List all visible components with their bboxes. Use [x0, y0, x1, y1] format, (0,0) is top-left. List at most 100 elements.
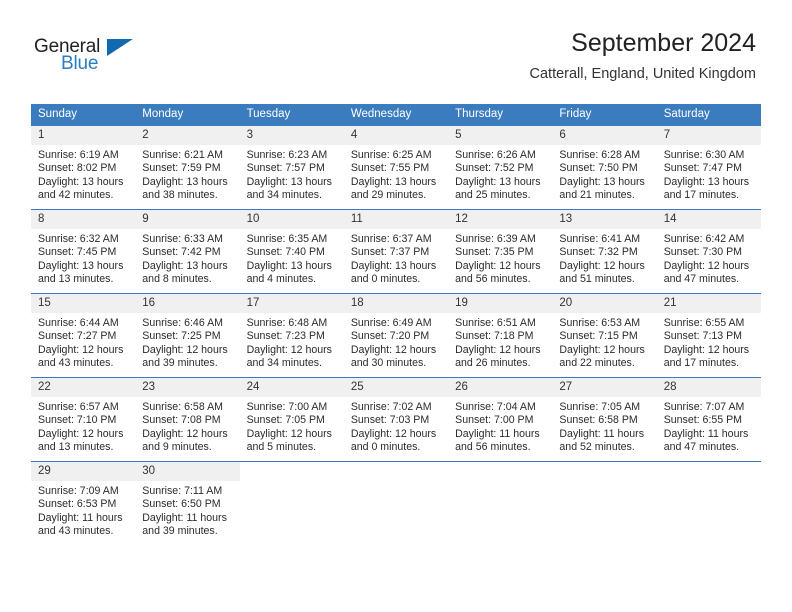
sunset-time: Sunset: 7:45 PM	[38, 246, 117, 259]
sunrise-time: Sunrise: 6:26 AM	[455, 149, 536, 161]
sunset-time: Sunset: 7:23 PM	[246, 330, 325, 343]
logo-text-blue: Blue	[61, 53, 99, 74]
sunrise-time: Sunrise: 6:23 AM	[246, 149, 328, 161]
calendar-day-cell[interactable]: 10 Sunrise: 6:35 AM Sunset: 7:40 PM Dayligh…	[239, 209, 344, 294]
daylight-duration-line1: Daylight: 12 hours	[559, 343, 645, 356]
day-details: Sunrise: 7:11 AM Sunset: 6:50 PM Daylight:…	[135, 481, 239, 539]
day-details: Sunrise: 6:48 AM Sunset: 7:23 PM Daylight:…	[240, 313, 344, 371]
sunset-time: Sunset: 7:20 PM	[350, 330, 430, 343]
sunset-time: Sunset: 7:27 PM	[38, 330, 117, 343]
daylight-duration-line1: Daylight: 12 hours	[663, 259, 750, 272]
calendar-day-cell[interactable]: 27 Sunrise: 7:05 AM Sunset: 6:58 PM Dayligh…	[552, 377, 657, 462]
day-details: Sunrise: 6:28 AM Sunset: 7:50 PM Daylight:…	[552, 145, 656, 203]
day-details: Sunrise: 6:46 AM Sunset: 7:25 PM Daylight:…	[135, 313, 239, 371]
calendar-day-cell[interactable]: 17 Sunrise: 6:48 AM Sunset: 7:23 PM Dayligh…	[239, 293, 344, 378]
calendar-day-cell[interactable]: 20 Sunrise: 6:53 AM Sunset: 7:15 PM Dayligh…	[552, 293, 657, 378]
daylight-duration-line2: and 5 minutes.	[246, 441, 317, 454]
daylight-duration-line1: Daylight: 12 hours	[455, 343, 541, 356]
daylight-duration-line2: and 47 minutes.	[663, 441, 740, 454]
calendar-day-cell[interactable]: 8 Sunrise: 6:32 AM Sunset: 7:45 PM Daylight…	[31, 209, 136, 294]
calendar-day-cell[interactable]: 4 Sunrise: 6:25 AM Sunset: 7:55 PM Daylight…	[343, 125, 449, 210]
calendar-day-cell[interactable]: 12 Sunrise: 6:39 AM Sunset: 7:35 PM Dayligh…	[448, 209, 553, 294]
page-title: September 2024	[571, 29, 756, 57]
sunset-time: Sunset: 7:35 PM	[455, 246, 534, 259]
day-details: Sunrise: 6:30 AM Sunset: 7:47 PM Daylight:…	[657, 145, 761, 203]
calendar-day-cell[interactable]: 7 Sunrise: 6:30 AM Sunset: 7:47 PM Daylight…	[656, 125, 761, 210]
sunrise-time: Sunrise: 7:09 AM	[38, 485, 119, 497]
sunrise-time: Sunrise: 6:58 AM	[142, 401, 223, 413]
sunset-time: Sunset: 7:32 PM	[559, 246, 638, 259]
calendar-day-cell[interactable]: 28 Sunrise: 7:07 AM Sunset: 6:55 PM Dayligh…	[656, 377, 761, 462]
daylight-duration-line1: Daylight: 13 hours	[455, 175, 541, 188]
sunrise-time: Sunrise: 6:57 AM	[38, 401, 119, 413]
sunset-time: Sunset: 7:47 PM	[663, 162, 743, 175]
calendar-day-cell[interactable]: 25 Sunrise: 7:02 AM Sunset: 7:03 PM Dayligh…	[343, 377, 449, 462]
day-number: 4	[343, 126, 449, 145]
page-subtitle: Catterall, England, United Kingdom	[529, 66, 757, 82]
daylight-duration-line1: Daylight: 11 hours	[663, 427, 749, 440]
day-number: 28	[656, 378, 761, 397]
day-details: Sunrise: 7:02 AM Sunset: 7:03 PM Daylight:…	[344, 397, 448, 455]
calendar-empty-cell	[448, 461, 553, 545]
day-number: 24	[239, 378, 344, 397]
sunset-time: Sunset: 7:57 PM	[246, 162, 325, 175]
calendar-day-cell[interactable]: 3 Sunrise: 6:23 AM Sunset: 7:57 PM Daylight…	[239, 125, 344, 210]
calendar-day-cell[interactable]: 29 Sunrise: 7:09 AM Sunset: 6:53 PM Dayligh…	[31, 461, 136, 545]
day-details: Sunrise: 6:49 AM Sunset: 7:20 PM Daylight:…	[344, 313, 448, 371]
day-details: Sunrise: 6:19 AM Sunset: 8:02 PM Daylight:…	[31, 145, 135, 203]
daylight-duration-line2: and 29 minutes.	[350, 189, 427, 202]
daylight-duration-line2: and 42 minutes.	[38, 189, 114, 202]
day-details: Sunrise: 6:44 AM Sunset: 7:27 PM Daylight:…	[31, 313, 135, 371]
sunset-time: Sunset: 7:55 PM	[350, 162, 430, 175]
calendar-day-cell[interactable]: 22 Sunrise: 6:57 AM Sunset: 7:10 PM Dayligh…	[31, 377, 136, 462]
daylight-duration-line1: Daylight: 13 hours	[38, 175, 124, 188]
daylight-duration-line1: Daylight: 12 hours	[455, 259, 541, 272]
calendar-day-cell[interactable]: 1 Sunrise: 6:19 AM Sunset: 8:02 PM Daylight…	[31, 125, 136, 210]
calendar-day-cell[interactable]: 26 Sunrise: 7:04 AM Sunset: 7:00 PM Dayligh…	[448, 377, 553, 462]
calendar-day-cell[interactable]: 19 Sunrise: 6:51 AM Sunset: 7:18 PM Dayligh…	[448, 293, 553, 378]
daylight-duration-line2: and 39 minutes.	[142, 357, 218, 370]
calendar-day-cell[interactable]: 13 Sunrise: 6:41 AM Sunset: 7:32 PM Dayligh…	[552, 209, 657, 294]
sunset-time: Sunset: 6:53 PM	[38, 498, 117, 511]
calendar-empty-cell	[552, 461, 657, 545]
daylight-duration-line1: Daylight: 13 hours	[663, 175, 750, 188]
calendar-day-cell[interactable]: 14 Sunrise: 6:42 AM Sunset: 7:30 PM Dayligh…	[656, 209, 761, 294]
daylight-duration-line2: and 17 minutes.	[663, 357, 740, 370]
calendar-empty-cell	[343, 461, 449, 545]
calendar-day-cell[interactable]: 30 Sunrise: 7:11 AM Sunset: 6:50 PM Dayligh…	[135, 461, 240, 545]
daylight-duration-line1: Daylight: 13 hours	[246, 259, 332, 272]
calendar-day-cell[interactable]: 23 Sunrise: 6:58 AM Sunset: 7:08 PM Dayligh…	[135, 377, 240, 462]
day-details: Sunrise: 6:21 AM Sunset: 7:59 PM Daylight:…	[135, 145, 239, 203]
day-number: 15	[31, 294, 136, 313]
sunrise-time: Sunrise: 6:42 AM	[663, 233, 745, 245]
daylight-duration-line1: Daylight: 12 hours	[38, 343, 124, 356]
calendar-day-cell[interactable]: 21 Sunrise: 6:55 AM Sunset: 7:13 PM Dayligh…	[656, 293, 761, 378]
daylight-duration-line1: Daylight: 11 hours	[559, 427, 645, 440]
calendar-day-cell[interactable]: 5 Sunrise: 6:26 AM Sunset: 7:52 PM Daylight…	[448, 125, 553, 210]
sunrise-time: Sunrise: 6:39 AM	[455, 233, 536, 245]
calendar-day-cell[interactable]: 9 Sunrise: 6:33 AM Sunset: 7:42 PM Daylight…	[135, 209, 240, 294]
daylight-duration-line1: Daylight: 13 hours	[142, 175, 228, 188]
title-block: September 2024 Catterall, England, Unite…	[530, 28, 757, 84]
sunrise-time: Sunrise: 7:02 AM	[350, 401, 432, 413]
general-blue-logo[interactable]: General Blue	[34, 36, 164, 84]
calendar-day-cell[interactable]: 18 Sunrise: 6:49 AM Sunset: 7:20 PM Dayligh…	[343, 293, 449, 378]
calendar-day-cell[interactable]: 24 Sunrise: 7:00 AM Sunset: 7:05 PM Dayligh…	[239, 377, 344, 462]
daylight-duration-line2: and 34 minutes.	[246, 189, 322, 202]
day-number: 29	[31, 462, 136, 481]
calendar-day-cell[interactable]: 2 Sunrise: 6:21 AM Sunset: 7:59 PM Daylight…	[135, 125, 240, 210]
daylight-duration-line2: and 52 minutes.	[559, 441, 635, 454]
daylight-duration-line2: and 8 minutes.	[142, 273, 212, 286]
daylight-duration-line2: and 13 minutes.	[38, 441, 114, 454]
day-number: 5	[448, 126, 553, 145]
day-number	[343, 462, 449, 481]
daylight-duration-line2: and 51 minutes.	[559, 273, 635, 286]
daylight-duration-line1: Daylight: 13 hours	[350, 175, 437, 188]
calendar-day-cell[interactable]: 15 Sunrise: 6:44 AM Sunset: 7:27 PM Dayligh…	[31, 293, 136, 378]
sunset-time: Sunset: 7:42 PM	[142, 246, 221, 259]
daylight-duration-line1: Daylight: 13 hours	[559, 175, 645, 188]
daylight-duration-line1: Daylight: 12 hours	[663, 343, 750, 356]
calendar-day-cell[interactable]: 16 Sunrise: 6:46 AM Sunset: 7:25 PM Dayligh…	[135, 293, 240, 378]
calendar-day-cell[interactable]: 6 Sunrise: 6:28 AM Sunset: 7:50 PM Daylight…	[552, 125, 657, 210]
calendar-day-cell[interactable]: 11 Sunrise: 6:37 AM Sunset: 7:37 PM Dayligh…	[343, 209, 449, 294]
